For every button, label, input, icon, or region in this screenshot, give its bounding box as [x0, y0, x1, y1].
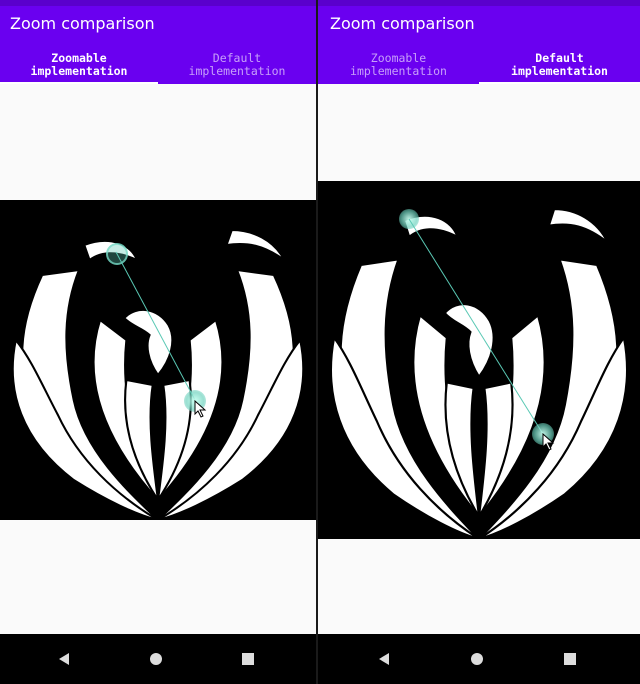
back-triangle-icon[interactable]: [377, 652, 391, 666]
mouse-cursor-icon: [542, 433, 555, 451]
home-circle-icon[interactable]: [470, 652, 484, 666]
tab-zoomable[interactable]: Zoomable implementation: [318, 52, 479, 78]
left-screen: Zoom comparison Zoomable implementation …: [0, 0, 316, 684]
app-bar: Zoom comparison Zoomable implementation …: [0, 0, 316, 84]
back-triangle-icon[interactable]: [57, 652, 71, 666]
status-bar: [0, 0, 316, 6]
app-title: Zoom comparison: [10, 14, 155, 33]
recents-square-icon[interactable]: [563, 652, 577, 666]
content-area: [318, 84, 640, 634]
touch-line: [115, 251, 196, 401]
phoenix-image[interactable]: [318, 181, 640, 539]
tab-zoomable[interactable]: Zoomable implementation: [0, 52, 158, 78]
tab-label-line2: implementation: [188, 64, 286, 78]
touch-line: [408, 218, 544, 435]
nav-bar: [0, 634, 316, 684]
recents-square-icon[interactable]: [241, 652, 255, 666]
app-title: Zoom comparison: [330, 14, 475, 33]
tab-label-line2: implementation: [511, 64, 608, 78]
tab-default[interactable]: Default implementation: [479, 52, 640, 78]
right-screen: Zoom comparison Zoomable implementation …: [318, 0, 640, 684]
mouse-cursor-icon: [194, 400, 207, 418]
status-bar: [318, 0, 640, 6]
nav-bar: [318, 634, 640, 684]
tab-default[interactable]: Default implementation: [158, 52, 316, 78]
tab-label-line2: implementation: [350, 64, 447, 78]
home-circle-icon[interactable]: [149, 652, 163, 666]
phoenix-image[interactable]: [0, 200, 316, 520]
app-bar: Zoom comparison Zoomable implementation …: [318, 0, 640, 84]
content-area: [0, 84, 316, 634]
tab-label-line2: implementation: [30, 64, 128, 78]
